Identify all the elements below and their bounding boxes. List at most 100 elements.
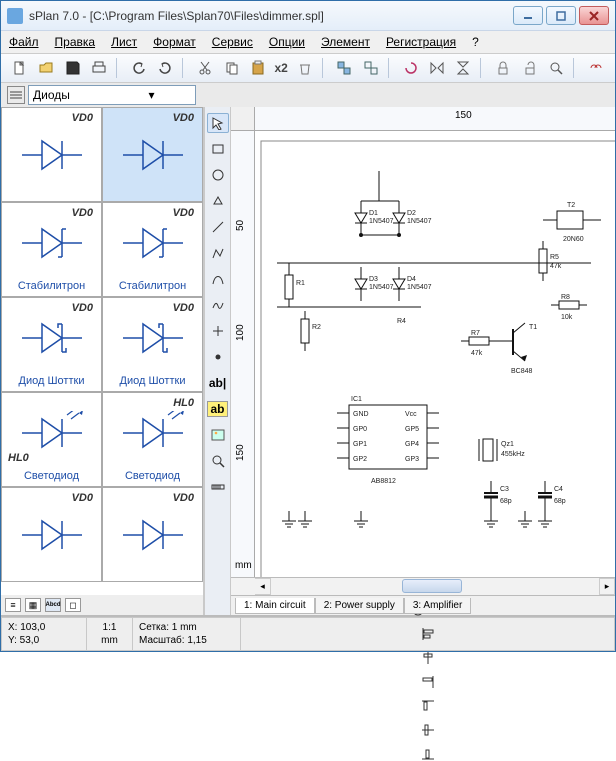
palette-item-ref: HL0 <box>173 397 194 409</box>
minimize-button[interactable] <box>513 6 543 25</box>
align-center-icon[interactable] <box>421 651 435 665</box>
palette-view-list[interactable]: ≡ <box>5 598 21 612</box>
group-icon[interactable] <box>332 55 356 81</box>
svg-text:GP4: GP4 <box>405 441 419 448</box>
paste-icon[interactable] <box>246 55 270 81</box>
mirror-v-icon[interactable] <box>451 55 475 81</box>
align-right-icon[interactable] <box>421 675 435 689</box>
undo-icon[interactable] <box>127 55 151 81</box>
sheet-tab[interactable]: 3: Amplifier <box>404 598 471 614</box>
svg-text:R4: R4 <box>397 318 406 325</box>
duplicate-label[interactable]: x2 <box>271 61 291 75</box>
svg-text:GP0: GP0 <box>353 426 367 433</box>
new-file-icon[interactable] <box>8 55 32 81</box>
copy-icon[interactable] <box>219 55 243 81</box>
rotate-icon[interactable] <box>399 55 423 81</box>
svg-text:BC848: BC848 <box>511 368 533 375</box>
freehand-tool-icon[interactable] <box>207 295 229 315</box>
category-selected-label: Диоды <box>33 88 112 102</box>
open-file-icon[interactable] <box>34 55 58 81</box>
palette-item-label: Стабилитрон <box>18 280 85 292</box>
line-tool-icon[interactable] <box>207 217 229 237</box>
palette-item[interactable]: VD0 <box>102 487 203 582</box>
measure-tool-icon[interactable] <box>207 477 229 497</box>
polyline-tool-icon[interactable] <box>207 243 229 263</box>
rectangle-tool-icon[interactable] <box>207 139 229 159</box>
search-icon[interactable] <box>544 55 568 81</box>
palette-item[interactable]: VD0 Стабилитрон <box>102 202 203 297</box>
menu-bar: Файл Правка Лист Формат Сервис Опции Эле… <box>1 31 615 53</box>
svg-text:C4: C4 <box>554 486 563 493</box>
align-top-icon[interactable] <box>421 699 435 713</box>
chain-icon[interactable] <box>584 55 608 81</box>
polygon-tool-icon[interactable] <box>207 191 229 211</box>
delete-icon[interactable] <box>292 55 316 81</box>
palette-item[interactable]: VD0 <box>102 107 203 202</box>
lock-icon[interactable] <box>491 55 515 81</box>
horizontal-scrollbar[interactable]: ◂ ▸ <box>231 577 615 595</box>
svg-text:R8: R8 <box>561 294 570 301</box>
menu-element[interactable]: Элемент <box>321 35 370 49</box>
palette-item-ref: VD0 <box>173 492 194 504</box>
maximize-button[interactable] <box>546 6 576 25</box>
palette-item[interactable]: VD0 Стабилитрон <box>1 202 102 297</box>
palette-item-ref: HL0 <box>8 452 29 464</box>
library-config-icon[interactable] <box>7 86 25 104</box>
status-zoom-unit: mm <box>101 634 118 647</box>
chevron-down-icon: ▾ <box>112 88 191 102</box>
menu-register[interactable]: Регистрация <box>386 35 456 49</box>
menu-file[interactable]: Файл <box>9 35 39 49</box>
image-tool-icon[interactable] <box>207 425 229 445</box>
palette-item-ref: VD0 <box>72 492 93 504</box>
window-title: sPlan 7.0 - [C:\Program Files\Splan70\Fi… <box>29 9 513 23</box>
palette-item[interactable]: HL0 Светодиод <box>102 392 203 487</box>
menu-sheet[interactable]: Лист <box>111 35 137 49</box>
palette-item[interactable]: VD0 <box>1 107 102 202</box>
cut-icon[interactable] <box>193 55 217 81</box>
node-tool-icon[interactable] <box>207 321 229 341</box>
menu-options[interactable]: Опции <box>269 35 305 49</box>
ungroup-icon[interactable] <box>359 55 383 81</box>
palette-item-ref: VD0 <box>72 302 93 314</box>
unlock-icon[interactable] <box>517 55 541 81</box>
align-middle-icon[interactable] <box>421 723 435 737</box>
schematic-canvas[interactable]: D11N5407 D21N5407 D31N5407 D41N5407 R1R2… <box>255 131 615 577</box>
palette-item[interactable]: HL0 Светодиод <box>1 392 102 487</box>
sheet-tab[interactable]: 1: Main circuit <box>235 598 315 614</box>
ruler-tick: 150 <box>235 444 246 461</box>
sheet-tab[interactable]: 2: Power supply <box>315 598 404 614</box>
point-tool-icon[interactable] <box>207 347 229 367</box>
menu-format[interactable]: Формат <box>153 35 196 49</box>
palette-item-ref: VD0 <box>72 112 93 124</box>
cursor-tool-icon[interactable] <box>207 113 229 133</box>
svg-text:Vcc: Vcc <box>405 411 417 418</box>
close-button[interactable] <box>579 6 609 25</box>
palette-item[interactable]: VD0 <box>1 487 102 582</box>
redo-icon[interactable] <box>153 55 177 81</box>
svg-text:D4: D4 <box>407 276 416 283</box>
text-label-tool-icon[interactable]: ab| <box>207 373 229 393</box>
align-bottom-icon[interactable] <box>421 747 435 761</box>
category-select[interactable]: Диоды ▾ <box>28 85 196 105</box>
menu-service[interactable]: Сервис <box>212 35 253 49</box>
zoom-tool-icon[interactable] <box>207 451 229 471</box>
palette-view-labelled[interactable]: Abcd <box>45 598 61 612</box>
status-coord-y: Y: 53,0 <box>8 634 80 647</box>
menu-help[interactable]: ? <box>472 35 479 49</box>
circle-tool-icon[interactable] <box>207 165 229 185</box>
palette-item[interactable]: VD0 Диод Шоттки <box>1 297 102 392</box>
mirror-h-icon[interactable] <box>425 55 449 81</box>
text-box-tool-icon[interactable]: ab <box>207 399 229 419</box>
menu-edit[interactable]: Правка <box>55 35 96 49</box>
print-icon[interactable] <box>87 55 111 81</box>
svg-text:47k: 47k <box>471 350 483 357</box>
bezier-tool-icon[interactable] <box>207 269 229 289</box>
svg-text:GP3: GP3 <box>405 456 419 463</box>
svg-text:D3: D3 <box>369 276 378 283</box>
palette-view-grid[interactable]: ▦ <box>25 598 41 612</box>
svg-text:GP1: GP1 <box>353 441 367 448</box>
palette-view-small[interactable]: ◻ <box>65 598 81 612</box>
palette-item[interactable]: VD0 Диод Шоттки <box>102 297 203 392</box>
align-left-icon[interactable] <box>421 627 435 641</box>
save-icon[interactable] <box>61 55 85 81</box>
